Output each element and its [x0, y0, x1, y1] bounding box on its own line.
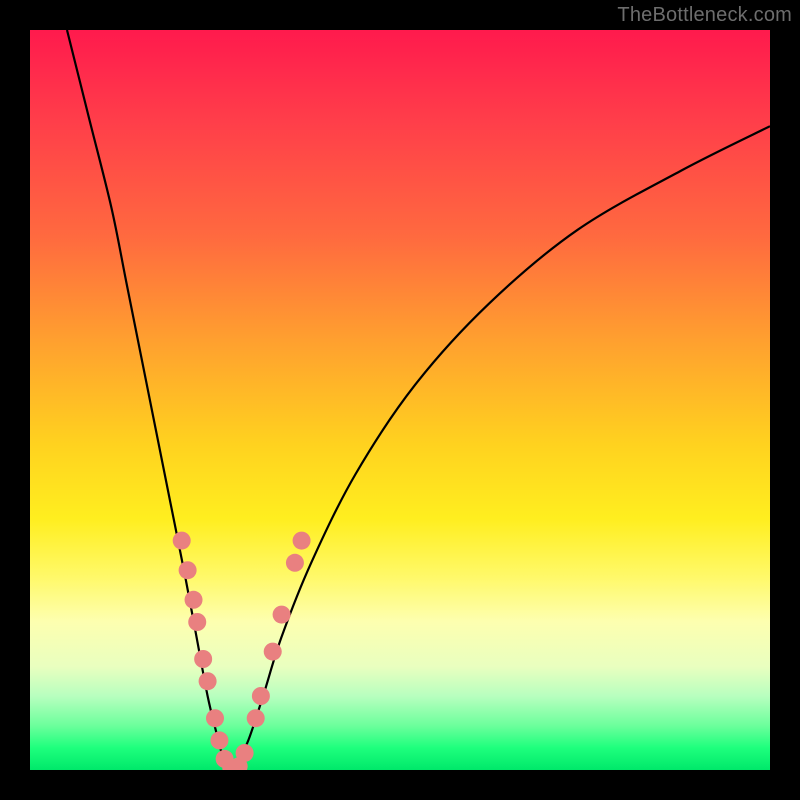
highlight-dot [188, 613, 206, 631]
curve-layer [30, 30, 770, 770]
highlight-dots [173, 532, 311, 770]
highlight-dot [273, 606, 291, 624]
highlight-dot [293, 532, 311, 550]
highlight-dot [236, 744, 254, 762]
chart-frame: TheBottleneck.com [0, 0, 800, 800]
highlight-dot [185, 591, 203, 609]
highlight-dot [199, 672, 217, 690]
right-curve [231, 126, 770, 770]
watermark-text: TheBottleneck.com [617, 4, 792, 27]
highlight-dot [286, 554, 304, 572]
highlight-dot [247, 709, 265, 727]
highlight-dot [179, 561, 197, 579]
highlight-dot [194, 650, 212, 668]
highlight-dot [210, 731, 228, 749]
plot-area [30, 30, 770, 770]
highlight-dot [264, 643, 282, 661]
highlight-dot [206, 709, 224, 727]
highlight-dot [252, 687, 270, 705]
highlight-dot [173, 532, 191, 550]
